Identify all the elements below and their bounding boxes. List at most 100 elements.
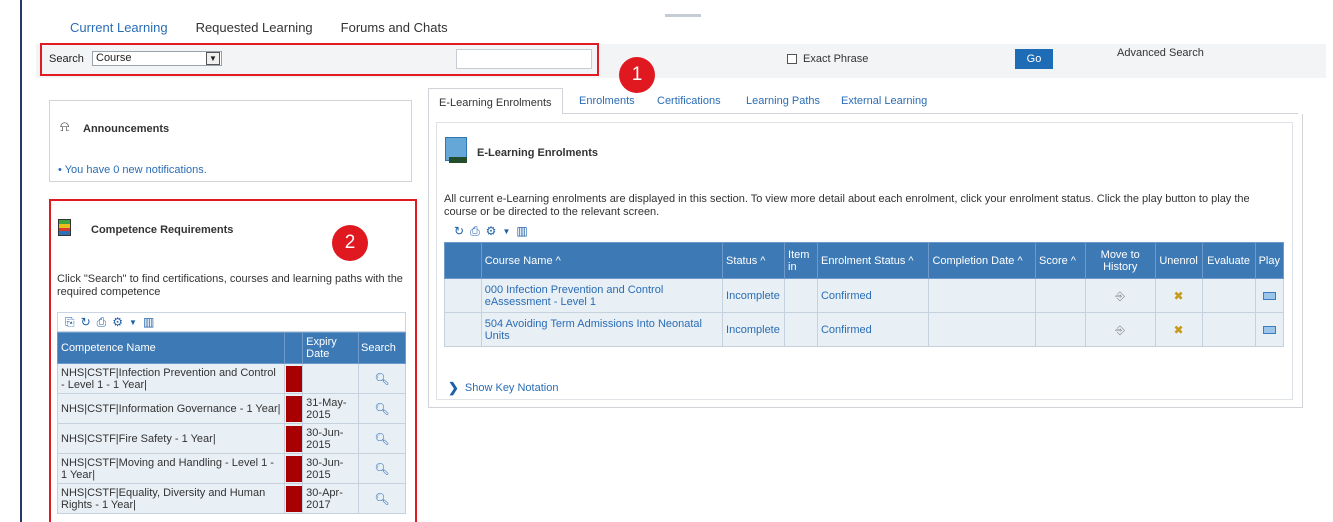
e-learning-icon (445, 137, 467, 163)
course-name-link[interactable]: 000 Infection Prevention and Control eAs… (480, 278, 724, 313)
competence-title: Competence Requirements (91, 224, 234, 236)
col-score[interactable]: Score ^ (1035, 242, 1086, 279)
col-unenrol: Unenrol (1154, 242, 1203, 279)
expiry-date: 31-May-2015 (302, 393, 360, 424)
col-move-to-history: Move to History (1084, 242, 1156, 279)
unenrol-icon[interactable]: ✖ (1154, 312, 1203, 347)
row-spacer (444, 278, 482, 313)
evaluate-cell (1201, 312, 1256, 347)
export-icon[interactable]: ⎙ (470, 224, 480, 239)
chevron-down-icon[interactable]: ▼ (502, 227, 510, 236)
unenrol-icon[interactable]: ✖ (1154, 278, 1203, 313)
search-input[interactable] (456, 49, 592, 69)
score-cell (1035, 312, 1086, 347)
advanced-search-link[interactable]: Advanced Search (1117, 47, 1204, 59)
exact-phrase-checkbox[interactable] (787, 54, 797, 64)
exact-phrase-option[interactable]: Exact Phrase (787, 53, 868, 65)
enrolment-status-link[interactable]: Confirmed (816, 278, 930, 313)
competence-name: NHS|CSTF|Fire Safety - 1 Year| (56, 423, 286, 454)
tab-current-learning[interactable]: Current Learning (70, 20, 168, 35)
enrolments-table: Course Name ^ Status ^ Item in Enrolment… (444, 242, 1285, 347)
col-blank (444, 242, 482, 279)
detach-icon[interactable]: ⎘ (65, 315, 75, 330)
expiry-date (302, 363, 360, 394)
search-label: Search (49, 53, 84, 65)
competence-description: Click "Search" to find certifications, c… (57, 273, 403, 298)
tab-certifications[interactable]: Certifications (657, 95, 721, 107)
col-completion-date[interactable]: Completion Date ^ (928, 242, 1037, 279)
search-icon[interactable]: 🔍︎ (358, 363, 406, 394)
chevron-down-icon[interactable]: ▼ (206, 52, 220, 65)
status-link[interactable]: Incomplete (722, 278, 786, 313)
announcements-title: Announcements (83, 123, 170, 135)
tab-external-learning[interactable]: External Learning (841, 95, 927, 107)
table-row: NHS|CSTF|Equality, Diversity and Human R… (56, 483, 406, 514)
col-course-name[interactable]: Course Name ^ (480, 242, 724, 279)
competence-name: NHS|CSTF|Information Governance - 1 Year… (56, 393, 286, 424)
tab-enrolments[interactable]: Enrolments (579, 95, 635, 107)
search-icon[interactable]: 🔍︎ (358, 423, 406, 454)
enrolments-toolbar: ↻ ⎙ ⚙ ▼ ▥ (444, 221, 604, 241)
tab-forums-and-chats[interactable]: Forums and Chats (341, 20, 448, 35)
col-enrolment-status[interactable]: Enrolment Status ^ (816, 242, 930, 279)
item-in-cell (784, 312, 818, 347)
competence-name: NHS|CSTF|Equality, Diversity and Human R… (56, 483, 286, 514)
enrolment-status-link[interactable]: Confirmed (816, 312, 930, 347)
gear-icon[interactable]: ⚙ (486, 224, 497, 238)
show-key-notation[interactable]: ❯ Show Key Notation (448, 380, 558, 396)
competence-icon (58, 219, 71, 236)
search-icon[interactable]: 🔍︎ (358, 483, 406, 514)
col-expiry-date[interactable]: Expiry Date (302, 332, 360, 364)
top-tabs: Current Learning Requested Learning Foru… (70, 20, 448, 35)
completion-date-cell (928, 278, 1037, 313)
table-row: 000 Infection Prevention and Control eAs… (444, 278, 1285, 313)
notifications-item[interactable]: • You have 0 new notifications. (58, 164, 207, 176)
bullet: • (58, 164, 62, 176)
left-frame-rule (20, 0, 22, 522)
competence-table: Competence Name Expiry Date Search NHS|C… (56, 332, 406, 514)
search-icon[interactable]: 🔍︎ (358, 393, 406, 424)
search-type-value: Course (96, 52, 132, 64)
search-icon[interactable]: 🔍︎ (358, 453, 406, 484)
annotation-badge-2: 2 (332, 225, 368, 261)
status-flag (284, 423, 304, 454)
expiry-date: 30-Jun-2015 (302, 423, 360, 454)
status-flag (284, 483, 304, 514)
chevron-right-icon[interactable]: ❯ (448, 380, 459, 396)
gear-icon[interactable]: ⚙ (112, 315, 123, 329)
table-header-row: Competence Name Expiry Date Search (56, 332, 406, 364)
columns-icon[interactable]: ▥ (516, 224, 527, 238)
col-status[interactable]: Status ^ (722, 242, 786, 279)
competence-name: NHS|CSTF|Moving and Handling - Level 1 -… (56, 453, 286, 484)
status-flag (284, 453, 304, 484)
notifications-link[interactable]: You have 0 new notifications. (65, 164, 207, 176)
col-play: Play (1254, 242, 1285, 279)
status-flag (284, 393, 304, 424)
search-type-select[interactable]: Course ▼ (92, 51, 222, 66)
tab-e-learning-enrolments[interactable]: E-Learning Enrolments (428, 88, 563, 115)
drag-handle[interactable] (665, 14, 701, 17)
col-flag (284, 332, 304, 364)
expiry-date: 30-Apr-2017 (302, 483, 360, 514)
move-to-history-icon[interactable]: ⎆ (1084, 278, 1156, 313)
columns-icon[interactable]: ▥ (143, 315, 154, 329)
competence-toolbar: ⎘ ↻ ⎙ ⚙ ▼ ▥ (57, 312, 406, 332)
table-row: NHS|CSTF|Moving and Handling - Level 1 -… (56, 453, 406, 484)
tab-requested-learning[interactable]: Requested Learning (196, 20, 313, 35)
play-icon[interactable] (1254, 278, 1285, 313)
col-competence-name[interactable]: Competence Name (56, 332, 286, 364)
show-key-label[interactable]: Show Key Notation (465, 382, 559, 394)
refresh-icon[interactable]: ↻ (81, 315, 91, 329)
refresh-icon[interactable]: ↻ (454, 224, 464, 238)
play-icon[interactable] (1254, 312, 1285, 347)
enrolment-tabs: E-Learning Enrolments Enrolments Certifi… (428, 88, 1298, 115)
status-link[interactable]: Incomplete (722, 312, 786, 347)
col-search: Search (358, 332, 406, 364)
export-icon[interactable]: ⎙ (97, 315, 107, 330)
move-to-history-icon[interactable]: ⎆ (1084, 312, 1156, 347)
go-button[interactable]: Go (1015, 49, 1053, 69)
competence-name: NHS|CSTF|Infection Prevention and Contro… (56, 363, 286, 394)
course-name-link[interactable]: 504 Avoiding Term Admissions Into Neonat… (480, 312, 724, 347)
chevron-down-icon[interactable]: ▼ (129, 318, 137, 327)
tab-learning-paths[interactable]: Learning Paths (746, 95, 820, 107)
